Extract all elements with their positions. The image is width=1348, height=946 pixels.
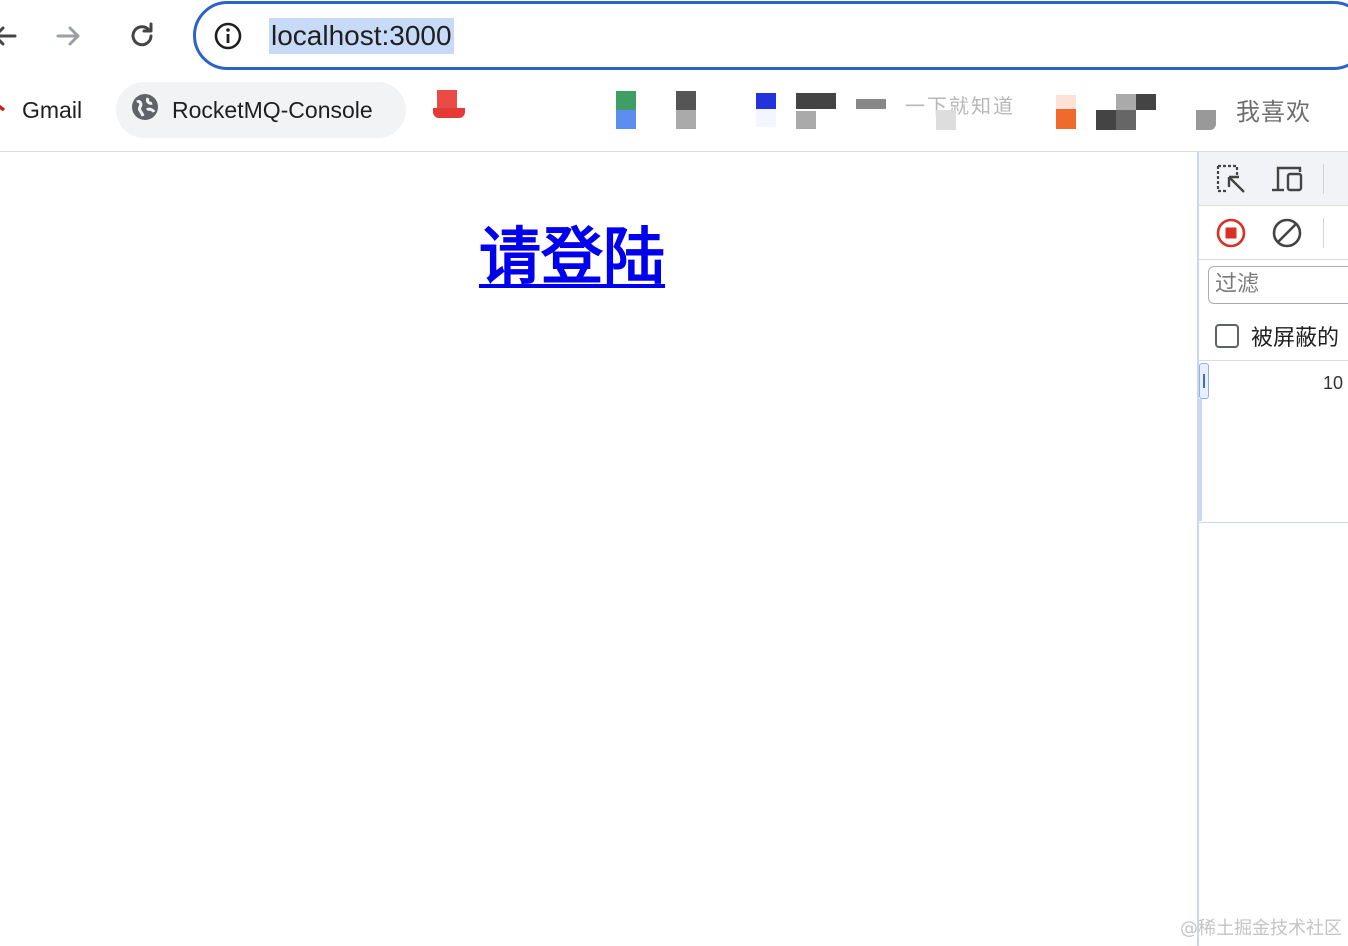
globe-icon xyxy=(130,92,160,128)
blurred-bookmark-icon[interactable] xyxy=(756,93,776,127)
inspect-element-icon[interactable] xyxy=(1214,162,1248,196)
gmail-icon xyxy=(0,100,6,120)
blocked-requests-toggle[interactable]: 被屏蔽的 xyxy=(1215,320,1339,352)
devtools-main-toolbar xyxy=(1199,152,1348,206)
bookmark-gmail[interactable]: Gmail xyxy=(0,82,82,138)
blurred-bookmark-icon[interactable] xyxy=(856,99,886,109)
address-bar[interactable]: localhost:3000 xyxy=(193,1,1348,70)
timeline-tick-label: 10 xyxy=(1323,373,1344,393)
blurred-bookmark-label[interactable]: 一下就知道 xyxy=(905,90,1015,119)
record-stop-icon[interactable] xyxy=(1214,216,1248,250)
network-overview-timeline[interactable]: 10 xyxy=(1199,360,1348,523)
blurred-bookmark-icon[interactable] xyxy=(936,110,956,130)
toolbar-separator xyxy=(1323,218,1324,248)
forward-button[interactable] xyxy=(47,14,91,58)
timeline-selection-bar xyxy=(1199,399,1202,521)
blurred-bookmark-icon[interactable] xyxy=(1196,110,1216,130)
toolbar-separator xyxy=(1323,164,1324,194)
blurred-bookmark-icon[interactable] xyxy=(796,93,836,129)
browser-chrome: localhost:3000 Gmail RocketMQ-Console 一下… xyxy=(0,0,1348,152)
reload-icon xyxy=(131,22,153,47)
blurred-bookmark-icon[interactable] xyxy=(676,91,696,129)
blurred-bookmark-icon[interactable] xyxy=(1096,94,1156,130)
blurred-bookmark-icon[interactable] xyxy=(616,91,636,129)
arrow-left-icon xyxy=(0,26,17,46)
blocked-checkbox[interactable] xyxy=(1215,324,1239,348)
device-toggle-icon[interactable] xyxy=(1270,162,1304,196)
blurred-bookmark-icon[interactable] xyxy=(1056,95,1076,129)
arrow-right-icon xyxy=(56,26,80,46)
blocked-label: 被屏蔽的 xyxy=(1251,326,1340,351)
site-info-icon[interactable] xyxy=(213,21,243,51)
url-text[interactable]: localhost:3000 xyxy=(269,18,454,54)
reload-button[interactable] xyxy=(120,14,164,58)
blurred-bookmark-icon[interactable] xyxy=(433,90,465,120)
network-toolbar xyxy=(1199,206,1348,260)
login-link[interactable]: 请登陆 xyxy=(479,206,665,296)
timeline-drag-handle[interactable] xyxy=(1199,363,1209,399)
bookmark-label: Gmail xyxy=(22,96,83,123)
filter-input[interactable]: 过滤 xyxy=(1208,266,1348,304)
back-button[interactable] xyxy=(0,14,26,58)
bookmark-label: RocketMQ-Console xyxy=(172,96,373,123)
blurred-bookmark-label[interactable]: 我喜欢 xyxy=(1236,92,1311,127)
page-content: 请登陆 xyxy=(0,152,1197,946)
devtools-panel: 过滤 被屏蔽的 10 xyxy=(1197,152,1348,946)
watermark: @稀土掘金技术社区 xyxy=(1180,918,1342,939)
bookmark-rocketmq-console[interactable]: RocketMQ-Console xyxy=(116,82,406,138)
clear-icon[interactable] xyxy=(1270,216,1304,250)
